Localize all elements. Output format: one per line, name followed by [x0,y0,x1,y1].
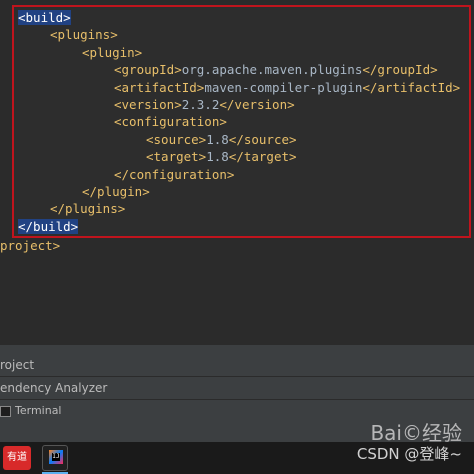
open-tag: </configuration> [114,166,235,182]
open-tag: <groupId> [114,62,182,78]
code-line[interactable]: <configuration> [114,113,227,130]
code-editor[interactable]: <build> <plugins> <plugin> <groupId>org.apa… [0,0,474,345]
code-line[interactable]: <plugins> [50,26,118,43]
open-tag: <target> [146,149,207,165]
close-tag: </version> [219,97,295,112]
intellij-icon: IJ [49,450,63,464]
tag-value: maven-compiler-plugin [204,79,363,95]
code-line[interactable]: <artifactId>maven-compiler-plugin</artif… [114,79,460,96]
open-tag: <plugin> [82,44,143,60]
open-tag: </build> [18,218,79,234]
csdn-watermark: CSDN @登峰~ [356,445,462,463]
code-line[interactable]: <target>1.8</target> [146,148,297,165]
code-line[interactable]: <build> [18,9,71,26]
close-tag: </source> [228,131,297,147]
code-line[interactable]: <groupId>org.apache.maven.plugins</group… [114,61,438,78]
code-line[interactable]: </build> [18,218,79,235]
open-tag: <build> [18,10,71,25]
code-line[interactable]: <source>1.8</source> [146,131,297,148]
open-tag: <plugins> [50,27,118,43]
close-tag: </artifactId> [362,79,461,95]
dependency-analyzer-tab[interactable]: endency Analyzer [0,377,474,400]
tag-value: org.apache.maven.plugins [181,62,363,78]
intellij-app-button[interactable]: IJ [42,445,68,471]
code-line[interactable]: <version>2.3.2</version> [114,96,295,113]
open-tag: <configuration> [114,114,227,130]
tag-fragment: project> [0,238,61,253]
tag-value: 1.8 [206,131,229,147]
close-tag: </target> [228,149,297,165]
open-tag: </plugins> [50,201,126,217]
open-tag: <version> [114,97,182,112]
project-tab-label: roject [0,358,35,372]
close-tag: </groupId> [362,62,438,78]
dependency-analyzer-label: endency Analyzer [0,381,108,395]
open-tag: <source> [146,131,207,147]
youdao-app-button[interactable]: 有道 [3,446,31,470]
code-line[interactable]: </plugin> [82,183,150,200]
code-line[interactable]: <plugin> [82,44,142,61]
youdao-label: 有道 [7,452,27,463]
code-line[interactable]: </configuration> [114,166,234,183]
tag-value: 1.8 [206,149,229,165]
terminal-icon [0,405,11,417]
terminal-label: Terminal [15,404,62,417]
code-line[interactable]: </plugins> [50,200,125,217]
open-tag: <artifactId> [114,79,205,95]
tag-value: 2.3.2 [181,97,220,112]
project-tool-tab[interactable]: roject [0,354,474,377]
baidu-watermark: Bai©经验 [370,421,462,445]
open-tag: </plugin> [82,184,150,199]
code-line-project-close[interactable]: project> [0,237,60,254]
